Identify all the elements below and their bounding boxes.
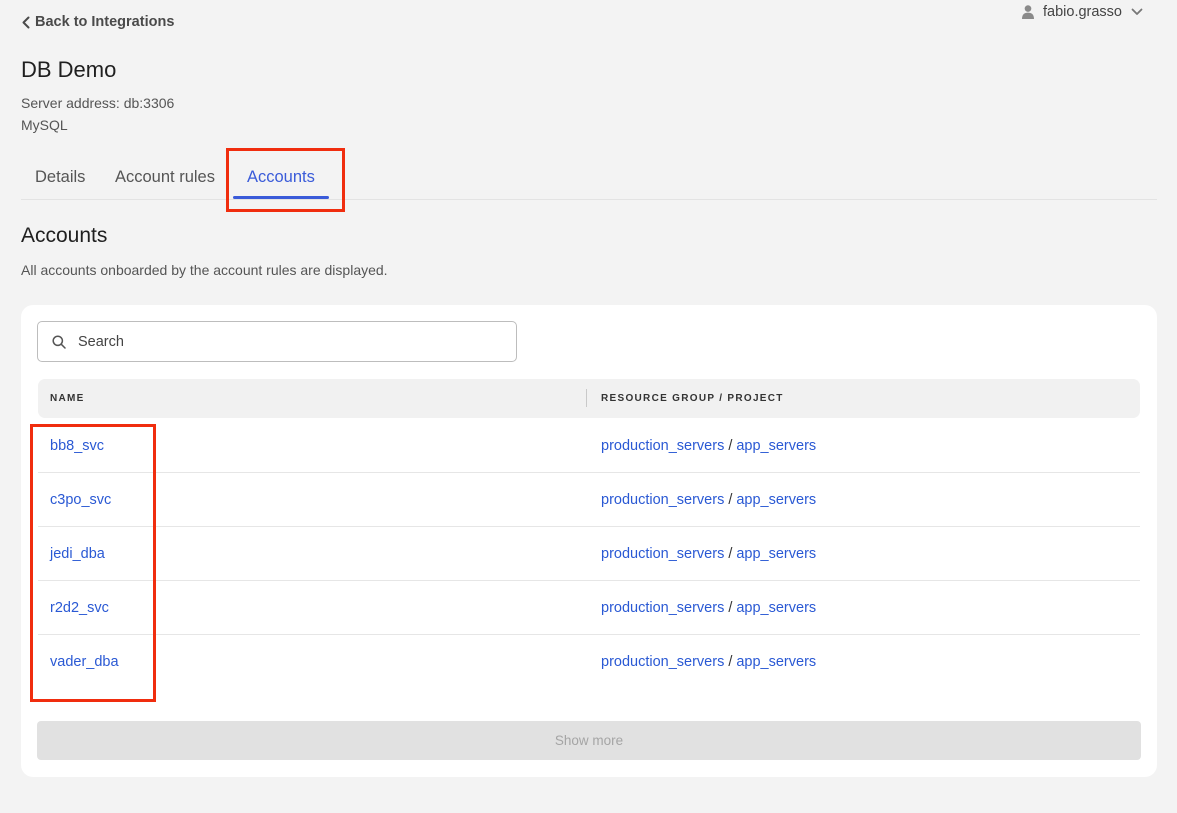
user-menu[interactable]: fabio.grasso — [1022, 4, 1143, 20]
accounts-table-body: bb8_svc production_servers / app_servers c… — [38, 419, 1140, 689]
server-address: Server address: db:3306 — [21, 95, 175, 111]
section-description: All accounts onboarded by the account ru… — [21, 262, 388, 278]
resource-group-cell: production_servers / app_servers — [601, 581, 816, 635]
resource-group-cell: production_servers / app_servers — [601, 527, 816, 581]
resource-group-cell: production_servers / app_servers — [601, 419, 816, 473]
column-header-name: NAME — [50, 393, 85, 404]
chevron-left-icon — [22, 16, 30, 28]
search-icon — [52, 334, 66, 349]
account-name-link[interactable]: bb8_svc — [50, 419, 104, 473]
project-link[interactable]: app_servers — [736, 654, 816, 670]
table-row: r2d2_svc production_servers / app_servers — [38, 581, 1140, 635]
chevron-down-icon — [1131, 8, 1143, 15]
resource-group-link[interactable]: production_servers — [601, 654, 724, 670]
back-to-integrations-link[interactable]: Back to Integrations — [21, 14, 174, 30]
tab-details[interactable]: Details — [35, 150, 85, 199]
path-separator: / — [728, 600, 733, 616]
project-link[interactable]: app_servers — [736, 600, 816, 616]
column-header-resource-group: RESOURCE GROUP / PROJECT — [601, 393, 784, 404]
account-name-link[interactable]: r2d2_svc — [50, 581, 109, 635]
column-divider[interactable] — [586, 389, 587, 407]
user-icon — [1022, 5, 1034, 19]
search-field[interactable] — [37, 321, 517, 362]
table-row: vader_dba production_servers / app_servers — [38, 635, 1140, 689]
path-separator: / — [728, 438, 733, 454]
resource-group-cell: production_servers / app_servers — [601, 635, 816, 689]
accounts-card: NAME RESOURCE GROUP / PROJECT bb8_svc pr… — [21, 305, 1157, 777]
tab-accounts[interactable]: Accounts — [233, 150, 329, 199]
user-name: fabio.grasso — [1043, 4, 1122, 20]
database-type: MySQL — [21, 117, 68, 133]
search-input[interactable] — [76, 332, 480, 351]
table-row: bb8_svc production_servers / app_servers — [38, 419, 1140, 473]
path-separator: / — [728, 546, 733, 562]
table-header: NAME RESOURCE GROUP / PROJECT — [38, 379, 1140, 418]
table-row: c3po_svc production_servers / app_servers — [38, 473, 1140, 527]
resource-group-link[interactable]: production_servers — [601, 546, 724, 562]
section-title: Accounts — [21, 224, 108, 247]
path-separator: / — [728, 492, 733, 508]
resource-group-link[interactable]: production_servers — [601, 438, 724, 454]
table-row: jedi_dba production_servers / app_servers — [38, 527, 1140, 581]
resource-group-cell: production_servers / app_servers — [601, 473, 816, 527]
tab-account-rules[interactable]: Account rules — [115, 150, 215, 199]
page-title: DB Demo — [21, 57, 117, 82]
account-name-link[interactable]: vader_dba — [50, 635, 119, 689]
account-name-link[interactable]: jedi_dba — [50, 527, 105, 581]
tab-bar: Details Account rules Accounts — [21, 150, 1157, 200]
resource-group-link[interactable]: production_servers — [601, 600, 724, 616]
path-separator: / — [728, 654, 733, 670]
project-link[interactable]: app_servers — [736, 492, 816, 508]
project-link[interactable]: app_servers — [736, 546, 816, 562]
account-name-link[interactable]: c3po_svc — [50, 473, 111, 527]
resource-group-link[interactable]: production_servers — [601, 492, 724, 508]
project-link[interactable]: app_servers — [736, 438, 816, 454]
show-more-button[interactable]: Show more — [37, 721, 1141, 760]
back-link-label: Back to Integrations — [35, 14, 175, 30]
